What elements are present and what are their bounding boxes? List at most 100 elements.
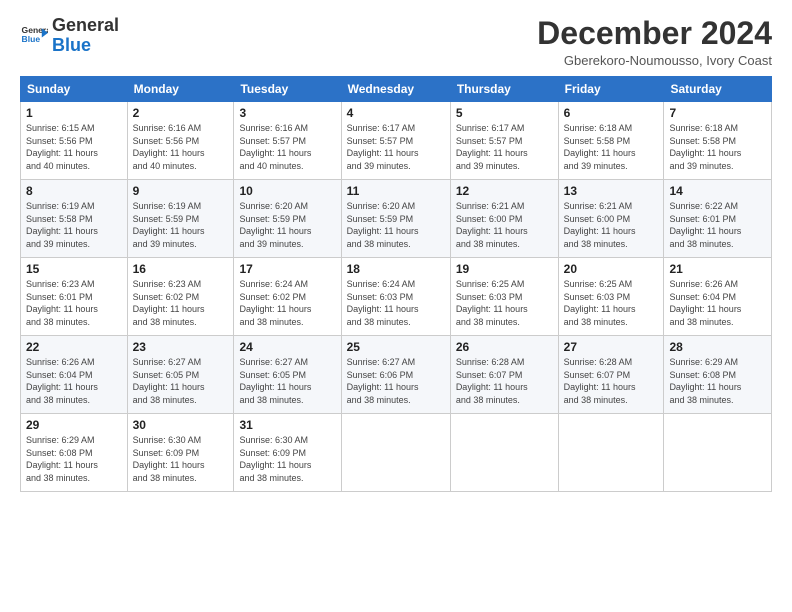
day-number: 23 — [133, 340, 229, 354]
calendar-cell: 24Sunrise: 6:27 AM Sunset: 6:05 PM Dayli… — [234, 336, 341, 414]
day-info: Sunrise: 6:15 AM Sunset: 5:56 PM Dayligh… — [26, 122, 122, 172]
calendar-cell: 23 Sunrise: 6:27 AM Sunset: 6:05 PM Dayli… — [127, 336, 234, 414]
day-number: 20 — [564, 262, 659, 276]
day-number: 5 — [456, 106, 553, 120]
weekday-header-wednesday: Wednesday — [341, 77, 450, 102]
day-number: 7 — [669, 106, 766, 120]
calendar-cell: 26 Sunrise: 6:28 AM Sunset: 6:07 PM Dayli… — [450, 336, 558, 414]
day-info: Sunrise: 6:29 AM Sunset: 6:08 PM Dayligh… — [669, 356, 766, 406]
calendar-cell: 9Sunrise: 6:19 AM Sunset: 5:59 PM Daylig… — [127, 180, 234, 258]
weekday-header-sunday: Sunday — [21, 77, 128, 102]
calendar-cell: 4 Sunrise: 6:17 AM Sunset: 5:57 PM Daylig… — [341, 102, 450, 180]
calendar-cell: 6 Sunrise: 6:18 AM Sunset: 5:58 PM Daylig… — [558, 102, 664, 180]
calendar-week-3: 15 Sunrise: 6:23 AM Sunset: 6:01 PM Dayli… — [21, 258, 772, 336]
day-number: 22 — [26, 340, 122, 354]
day-number: 25 — [347, 340, 445, 354]
calendar-header-row: SundayMondayTuesdayWednesdayThursdayFrid… — [21, 77, 772, 102]
calendar-cell: 21 Sunrise: 6:26 AM Sunset: 6:04 PM Dayli… — [664, 258, 772, 336]
logo-text: General Blue — [52, 16, 119, 56]
day-info: Sunrise: 6:22 AM Sunset: 6:01 PM Dayligh… — [669, 200, 766, 250]
calendar-week-5: 29 Sunrise: 6:29 AM Sunset: 6:08 PM Dayli… — [21, 414, 772, 492]
calendar-cell — [664, 414, 772, 492]
calendar-week-4: 22Sunrise: 6:26 AM Sunset: 6:04 PM Dayli… — [21, 336, 772, 414]
day-number: 4 — [347, 106, 445, 120]
logo: General Blue General Blue — [20, 16, 119, 56]
month-title: December 2024 — [537, 16, 772, 51]
calendar-cell: 18Sunrise: 6:24 AM Sunset: 6:03 PM Dayli… — [341, 258, 450, 336]
day-number: 21 — [669, 262, 766, 276]
day-number: 2 — [133, 106, 229, 120]
calendar-cell: 5 Sunrise: 6:17 AM Sunset: 5:57 PM Daylig… — [450, 102, 558, 180]
weekday-header-monday: Monday — [127, 77, 234, 102]
calendar-cell — [558, 414, 664, 492]
calendar-cell: 15 Sunrise: 6:23 AM Sunset: 6:01 PM Dayli… — [21, 258, 128, 336]
day-number: 6 — [564, 106, 659, 120]
calendar-cell: 11 Sunrise: 6:20 AM Sunset: 5:59 PM Dayli… — [341, 180, 450, 258]
calendar-cell: 25Sunrise: 6:27 AM Sunset: 6:06 PM Dayli… — [341, 336, 450, 414]
day-number: 14 — [669, 184, 766, 198]
day-number: 10 — [239, 184, 335, 198]
weekday-header-tuesday: Tuesday — [234, 77, 341, 102]
day-info: Sunrise: 6:19 AM Sunset: 5:59 PM Dayligh… — [133, 200, 229, 250]
day-number: 16 — [133, 262, 229, 276]
location: Gberekoro-Noumousso, Ivory Coast — [537, 53, 772, 68]
day-info: Sunrise: 6:28 AM Sunset: 6:07 PM Dayligh… — [564, 356, 659, 406]
calendar-cell: 29 Sunrise: 6:29 AM Sunset: 6:08 PM Dayli… — [21, 414, 128, 492]
day-info: Sunrise: 6:17 AM Sunset: 5:57 PM Dayligh… — [456, 122, 553, 172]
day-number: 26 — [456, 340, 553, 354]
title-block: December 2024 Gberekoro-Noumousso, Ivory… — [537, 16, 772, 68]
calendar-cell: 17Sunrise: 6:24 AM Sunset: 6:02 PM Dayli… — [234, 258, 341, 336]
day-info: Sunrise: 6:30 AM Sunset: 6:09 PM Dayligh… — [133, 434, 229, 484]
day-info: Sunrise: 6:16 AM Sunset: 5:57 PM Dayligh… — [239, 122, 335, 172]
calendar: SundayMondayTuesdayWednesdayThursdayFrid… — [20, 76, 772, 492]
day-number: 11 — [347, 184, 445, 198]
calendar-cell — [341, 414, 450, 492]
calendar-week-2: 8 Sunrise: 6:19 AM Sunset: 5:58 PM Daylig… — [21, 180, 772, 258]
day-info: Sunrise: 6:25 AM Sunset: 6:03 PM Dayligh… — [564, 278, 659, 328]
day-info: Sunrise: 6:17 AM Sunset: 5:57 PM Dayligh… — [347, 122, 445, 172]
calendar-cell: 3 Sunrise: 6:16 AM Sunset: 5:57 PM Daylig… — [234, 102, 341, 180]
day-info: Sunrise: 6:28 AM Sunset: 6:07 PM Dayligh… — [456, 356, 553, 406]
calendar-cell: 10Sunrise: 6:20 AM Sunset: 5:59 PM Dayli… — [234, 180, 341, 258]
calendar-cell: 31Sunrise: 6:30 AM Sunset: 6:09 PM Dayli… — [234, 414, 341, 492]
calendar-cell: 2Sunrise: 6:16 AM Sunset: 5:56 PM Daylig… — [127, 102, 234, 180]
calendar-cell: 7 Sunrise: 6:18 AM Sunset: 5:58 PM Daylig… — [664, 102, 772, 180]
day-number: 13 — [564, 184, 659, 198]
day-info: Sunrise: 6:23 AM Sunset: 6:02 PM Dayligh… — [133, 278, 229, 328]
logo-icon: General Blue — [20, 22, 48, 50]
calendar-cell: 16 Sunrise: 6:23 AM Sunset: 6:02 PM Dayli… — [127, 258, 234, 336]
day-number: 31 — [239, 418, 335, 432]
day-info: Sunrise: 6:24 AM Sunset: 6:03 PM Dayligh… — [347, 278, 445, 328]
day-info: Sunrise: 6:19 AM Sunset: 5:58 PM Dayligh… — [26, 200, 122, 250]
day-info: Sunrise: 6:27 AM Sunset: 6:05 PM Dayligh… — [133, 356, 229, 406]
weekday-header-friday: Friday — [558, 77, 664, 102]
day-number: 29 — [26, 418, 122, 432]
day-number: 3 — [239, 106, 335, 120]
calendar-cell: 1Sunrise: 6:15 AM Sunset: 5:56 PM Daylig… — [21, 102, 128, 180]
calendar-cell: 13 Sunrise: 6:21 AM Sunset: 6:00 PM Dayli… — [558, 180, 664, 258]
day-info: Sunrise: 6:18 AM Sunset: 5:58 PM Dayligh… — [564, 122, 659, 172]
day-info: Sunrise: 6:23 AM Sunset: 6:01 PM Dayligh… — [26, 278, 122, 328]
weekday-header-saturday: Saturday — [664, 77, 772, 102]
day-number: 15 — [26, 262, 122, 276]
calendar-cell: 8 Sunrise: 6:19 AM Sunset: 5:58 PM Daylig… — [21, 180, 128, 258]
calendar-cell: 27 Sunrise: 6:28 AM Sunset: 6:07 PM Dayli… — [558, 336, 664, 414]
day-info: Sunrise: 6:21 AM Sunset: 6:00 PM Dayligh… — [564, 200, 659, 250]
day-number: 17 — [239, 262, 335, 276]
calendar-cell: 19Sunrise: 6:25 AM Sunset: 6:03 PM Dayli… — [450, 258, 558, 336]
day-number: 8 — [26, 184, 122, 198]
day-info: Sunrise: 6:27 AM Sunset: 6:05 PM Dayligh… — [239, 356, 335, 406]
day-number: 27 — [564, 340, 659, 354]
day-number: 30 — [133, 418, 229, 432]
day-info: Sunrise: 6:20 AM Sunset: 5:59 PM Dayligh… — [347, 200, 445, 250]
calendar-cell: 14 Sunrise: 6:22 AM Sunset: 6:01 PM Dayli… — [664, 180, 772, 258]
header: General Blue General Blue December 2024 … — [20, 16, 772, 68]
day-info: Sunrise: 6:29 AM Sunset: 6:08 PM Dayligh… — [26, 434, 122, 484]
day-number: 12 — [456, 184, 553, 198]
page: General Blue General Blue December 2024 … — [0, 0, 792, 612]
day-info: Sunrise: 6:25 AM Sunset: 6:03 PM Dayligh… — [456, 278, 553, 328]
day-info: Sunrise: 6:26 AM Sunset: 6:04 PM Dayligh… — [669, 278, 766, 328]
day-info: Sunrise: 6:21 AM Sunset: 6:00 PM Dayligh… — [456, 200, 553, 250]
calendar-cell: 30 Sunrise: 6:30 AM Sunset: 6:09 PM Dayli… — [127, 414, 234, 492]
day-info: Sunrise: 6:18 AM Sunset: 5:58 PM Dayligh… — [669, 122, 766, 172]
